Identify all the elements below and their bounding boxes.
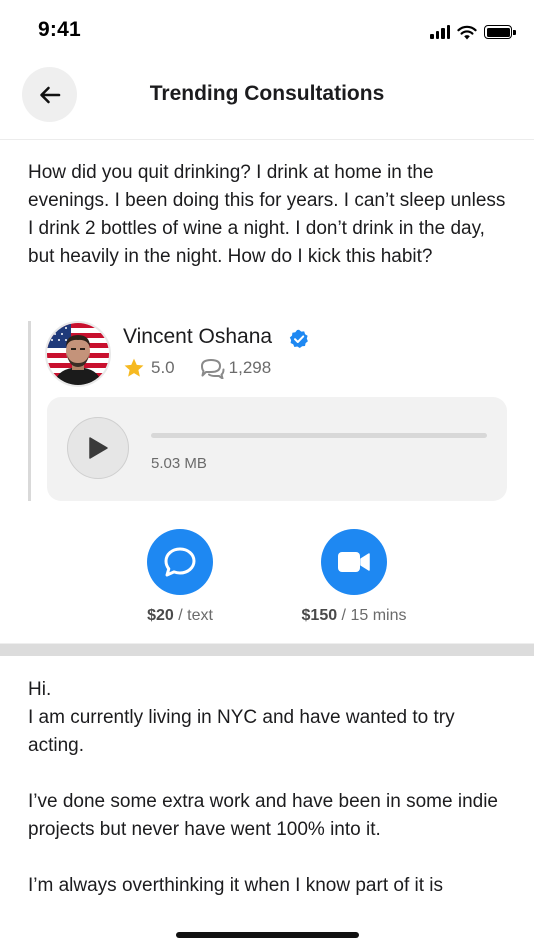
text-price-label: $20 / text xyxy=(115,607,245,625)
question-text: How did you quit drinking? I drink at ho… xyxy=(28,162,506,267)
expert-answer: Vincent Oshana 5.0 1,298 5.03 MB xyxy=(28,321,508,501)
verified-badge-icon xyxy=(289,329,308,348)
battery-icon xyxy=(484,25,516,39)
rating-value: 5.0 xyxy=(151,358,175,377)
text-price-unit: / text xyxy=(173,607,213,624)
card-separator xyxy=(0,644,534,656)
play-icon xyxy=(89,437,108,459)
video-call-button[interactable] xyxy=(321,529,387,595)
consultation-card[interactable]: How did you quit drinking? I drink at ho… xyxy=(0,141,534,644)
home-indicator[interactable] xyxy=(176,932,359,938)
expert-name[interactable]: Vincent Oshana xyxy=(123,325,272,349)
audio-player: 5.03 MB xyxy=(47,397,507,501)
audio-file-size: 5.03 MB xyxy=(151,455,207,472)
text-price: $20 xyxy=(147,607,174,624)
status-bar: 9:41 xyxy=(0,0,534,60)
reviews-chat-icon xyxy=(200,359,225,379)
text-message-button[interactable] xyxy=(147,529,213,595)
status-icons xyxy=(430,22,516,42)
nav-header: Trending Consultations xyxy=(0,60,534,140)
play-button[interactable] xyxy=(67,417,129,479)
audio-progress-bar[interactable] xyxy=(151,433,487,438)
status-time: 9:41 xyxy=(38,18,81,41)
video-consultation-option: $150 / 15 mins xyxy=(289,529,419,625)
consultation-card-2[interactable]: Hi. I am currently living in NYC and hav… xyxy=(0,656,534,902)
expert-avatar[interactable] xyxy=(45,321,111,387)
text-consultation-option: $20 / text xyxy=(115,529,245,625)
cellular-signal-icon xyxy=(430,25,450,39)
avatar-image xyxy=(47,323,109,385)
expert-stats: 5.0 1,298 xyxy=(123,357,271,379)
reviews-count: 1,298 xyxy=(228,358,272,377)
video-price: $150 xyxy=(301,607,338,624)
bottom-bar xyxy=(0,902,534,950)
video-camera-icon xyxy=(338,552,370,572)
question-text-2: Hi. I am currently living in NYC and hav… xyxy=(28,679,498,896)
star-icon xyxy=(124,358,144,377)
video-price-unit: / 15 mins xyxy=(337,607,407,624)
chat-bubble-icon xyxy=(164,547,196,577)
page-title: Trending Consultations xyxy=(149,82,385,105)
video-price-label: $150 / 15 mins xyxy=(289,607,419,625)
wifi-icon xyxy=(457,25,477,39)
